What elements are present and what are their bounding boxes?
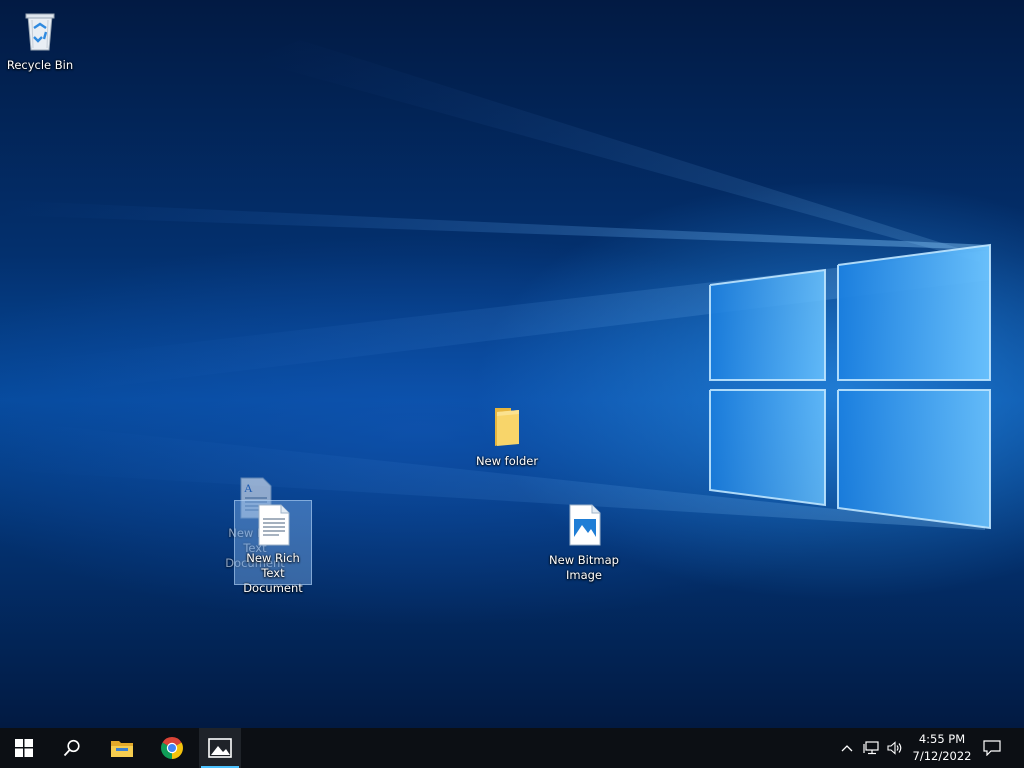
search-button[interactable]	[48, 728, 96, 768]
windows-logo-wallpaper-art	[0, 40, 991, 530]
rich-text-document-icon	[258, 504, 290, 546]
taskbar-file-explorer[interactable]	[98, 728, 146, 768]
desktop-icon-recycle-bin[interactable]: Recycle Bin	[2, 8, 78, 73]
desktop-icon-new-rich-text-document[interactable]: New Rich Text Document	[234, 500, 312, 595]
chrome-icon	[161, 737, 183, 759]
folder-icon	[111, 741, 133, 757]
action-center-button[interactable]	[978, 728, 1006, 768]
chevron-up-icon	[841, 745, 853, 752]
start-button[interactable]	[0, 728, 48, 768]
bitmap-image-icon	[569, 504, 601, 546]
tray-network[interactable]	[860, 728, 882, 768]
network-icon	[863, 741, 879, 755]
desktop-icon-label: New folder	[475, 454, 539, 468]
desktop-icon-label: New Bitmap Image	[549, 553, 619, 582]
volume-icon	[887, 741, 902, 755]
taskbar-photos[interactable]	[199, 728, 241, 768]
desktop-icon-label: Recycle Bin	[6, 58, 74, 72]
desktop-icon-new-bitmap-image[interactable]: New Bitmap Image	[546, 503, 622, 583]
search-icon	[63, 739, 80, 757]
clock-date: 7/12/2022	[912, 749, 972, 763]
windows-logo-icon	[15, 739, 33, 757]
tray-volume[interactable]	[884, 728, 906, 768]
taskbar-chrome[interactable]	[148, 728, 196, 768]
taskbar: 4:55 PM 7/12/2022	[0, 728, 1024, 768]
desktop-icon-label: New Rich Text Document	[243, 551, 303, 595]
taskbar-clock[interactable]: 4:55 PM 7/12/2022	[906, 730, 978, 766]
action-center-icon	[983, 740, 1001, 756]
desktop-icon-new-folder[interactable]: New folder	[469, 404, 545, 469]
svg-text:A: A	[244, 481, 253, 495]
clock-time: 4:55 PM	[918, 732, 966, 746]
folder-icon	[495, 408, 519, 446]
desktop-wallpaper	[0, 0, 1024, 728]
tray-overflow-button[interactable]	[836, 728, 858, 768]
recycle-bin-icon	[25, 13, 55, 51]
image-icon	[208, 738, 232, 758]
